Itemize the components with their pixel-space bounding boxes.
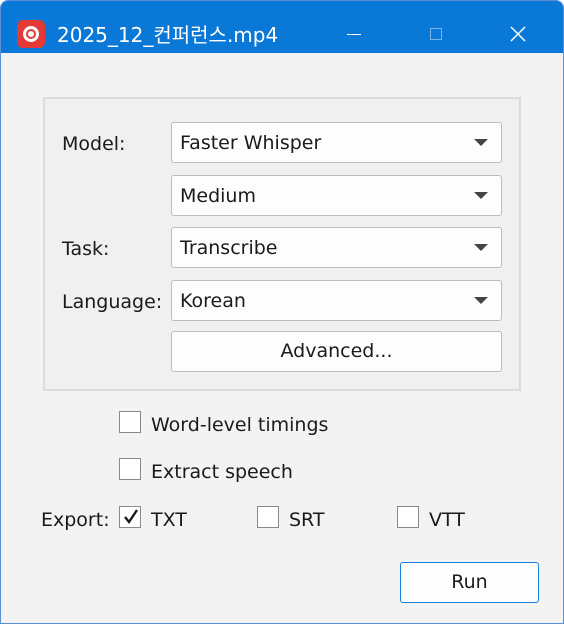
model-size-select[interactable]: Medium [171,175,502,216]
checkmark-icon [124,509,138,525]
task-label: Task: [62,238,110,260]
record-icon [17,20,45,48]
window-title: 2025_12_컨퍼런스.mp4 [57,23,279,47]
advanced-button[interactable]: Advanced... [171,331,502,372]
chevron-down-icon [474,244,488,251]
title-bar[interactable]: 2025_12_컨퍼런스.mp4 [1,1,563,53]
minimize-button[interactable] [331,15,377,53]
task-select-value: Transcribe [180,237,278,259]
word-timings-checkbox[interactable] [119,411,141,433]
model-select[interactable]: Faster Whisper [171,122,502,163]
export-vtt-checkbox[interactable] [397,506,419,528]
export-srt-checkbox[interactable] [257,506,279,528]
chevron-down-icon [474,192,488,199]
task-select[interactable]: Transcribe [171,227,502,268]
word-timings-label[interactable]: Word-level timings [151,413,328,437]
model-size-select-value: Medium [180,185,256,207]
maximize-button[interactable] [413,15,459,53]
extract-speech-checkbox[interactable] [119,458,141,480]
export-txt-checkbox[interactable] [119,506,141,528]
export-txt-label[interactable]: TXT [151,508,187,532]
language-label: Language: [62,291,163,313]
chevron-down-icon [474,139,488,146]
run-button[interactable]: Run [400,562,539,603]
dialog-window: 2025_12_컨퍼런스.mp4 Model: Faster Whisper M… [0,0,564,624]
export-srt-label[interactable]: SRT [289,508,325,532]
chevron-down-icon [474,297,488,304]
language-select[interactable]: Korean [171,280,502,321]
language-select-value: Korean [180,290,246,312]
close-icon [510,26,526,42]
model-select-value: Faster Whisper [180,132,322,154]
export-label: Export: [41,509,110,531]
close-button[interactable] [495,15,541,53]
export-vtt-label[interactable]: VTT [429,508,465,532]
extract-speech-label[interactable]: Extract speech [151,460,293,484]
model-label: Model: [62,133,126,155]
